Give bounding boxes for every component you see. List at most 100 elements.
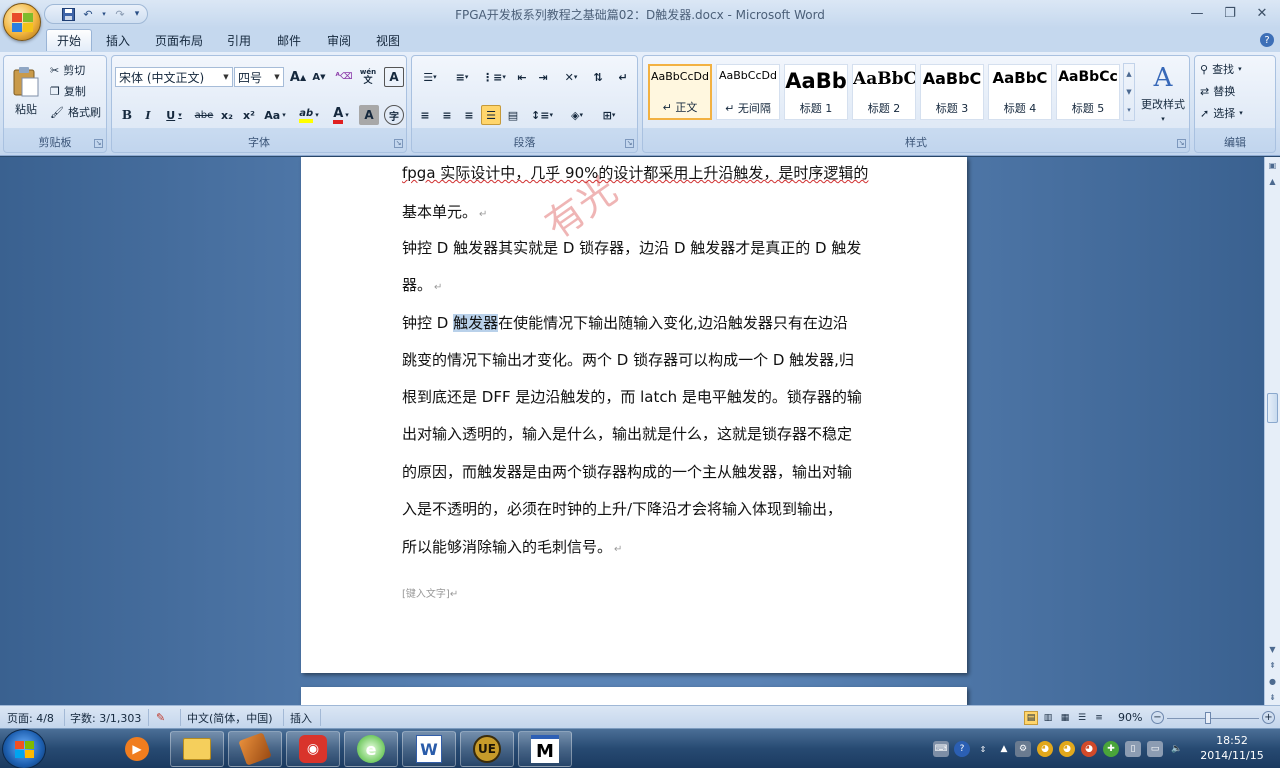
tab-view[interactable]: 视图 <box>366 29 410 51</box>
paste-button[interactable]: 粘贴 <box>8 60 44 124</box>
print-layout-view-icon[interactable]: ▤ <box>1024 710 1038 725</box>
undo-icon[interactable]: ↶ <box>81 7 95 21</box>
style-normal[interactable]: AaBbCcDd ↵ 正文 <box>648 64 712 120</box>
character-border-button[interactable]: A <box>384 67 404 87</box>
select-button[interactable]: ➚ 选择 ▾ <box>1200 104 1243 122</box>
align-right-button[interactable]: ≡ <box>459 105 479 125</box>
previous-page-icon[interactable]: ⇞ <box>1265 657 1280 673</box>
insert-mode-indicator[interactable]: 插入 <box>290 710 312 725</box>
ultraedit-taskbar-icon[interactable]: UE <box>460 731 514 767</box>
office-button[interactable] <box>3 3 41 41</box>
dialog-launcher-icon[interactable]: ↘ <box>625 139 634 148</box>
qq-tray-icon-2[interactable]: ◕ <box>1059 741 1075 757</box>
ie-browser-taskbar-icon[interactable]: e <box>344 731 398 767</box>
distribute-button[interactable]: ▤ <box>503 105 523 125</box>
shrink-font-button[interactable]: A ▼ <box>309 67 329 87</box>
align-center-button[interactable]: ≡ <box>437 105 457 125</box>
replace-button[interactable]: ⇄ 替换 <box>1200 82 1235 100</box>
undo-dropdown-icon[interactable]: ▾ <box>101 7 107 21</box>
qq-pet-taskbar-icon[interactable]: ◉ <box>286 731 340 767</box>
tab-mailings[interactable]: 邮件 <box>267 29 311 51</box>
tab-home[interactable]: 开始 <box>46 29 93 51</box>
start-button[interactable] <box>2 729 46 768</box>
text-line[interactable]: 跳变的情况下输出才变化。两个 D 锁存器可以构成一个 D 触发器,归 <box>402 349 872 371</box>
modelsim-taskbar-icon[interactable]: M <box>518 731 572 767</box>
qq-tray-icon-3[interactable]: ◕ <box>1081 741 1097 757</box>
ruler-toggle-icon[interactable]: ▣ <box>1265 157 1280 173</box>
format-painter-button[interactable]: 🖌 格式刷 <box>50 103 101 121</box>
increase-indent-button[interactable]: ⇥ <box>533 67 553 87</box>
scroll-down-icon[interactable]: ▼ <box>1265 641 1280 657</box>
superscript-button[interactable]: x² <box>239 105 259 125</box>
clear-format-button[interactable]: ᴬ⌫ <box>334 67 354 87</box>
align-left-button[interactable]: ≡ <box>415 105 435 125</box>
close-icon[interactable]: ✕ <box>1250 4 1274 22</box>
device-tray-icon[interactable]: ▯ <box>1125 741 1141 757</box>
style-heading-2[interactable]: AaBbC 标题 2 <box>852 64 916 120</box>
help-tray-icon[interactable]: ? <box>954 741 970 757</box>
underline-button[interactable]: U ▾ <box>160 105 188 125</box>
redo-icon[interactable]: ↷ <box>113 7 127 21</box>
styles-scroll[interactable]: ▲ ▼ ▾ <box>1123 63 1135 121</box>
scroll-thumb[interactable] <box>1267 393 1278 423</box>
style-heading-1[interactable]: AaBb 标题 1 <box>784 64 848 120</box>
text-line[interactable]: 入是不透明的，必须在时钟的上升/下降沿才会将输入体现到输出， <box>402 498 872 520</box>
word-taskbar-icon[interactable]: W <box>402 731 456 767</box>
character-shading-button[interactable]: A <box>359 105 379 125</box>
font-name-combo[interactable]: 宋体 (中文正文) ▼ <box>115 67 233 87</box>
chinese-layout-button[interactable]: ✕ ▾ <box>557 67 585 87</box>
tab-insert[interactable]: 插入 <box>96 29 140 51</box>
bold-button[interactable]: B <box>117 105 137 125</box>
cut-button[interactable]: ✂ 剪切 <box>50 61 85 79</box>
help-icon[interactable]: ? <box>1260 33 1274 47</box>
zoom-level[interactable]: 90% <box>1118 710 1142 725</box>
style-no-spacing[interactable]: AaBbCcDd ↵ 无间隔 <box>716 64 780 120</box>
save-icon[interactable] <box>61 7 75 21</box>
text-line[interactable]: fpga 实际设计中，几乎 90%的设计都采用上升沿触发，是时序逻辑的 <box>402 162 872 184</box>
change-styles-button[interactable]: A 更改样式 ▾ <box>1138 60 1188 126</box>
full-screen-reading-icon[interactable]: ▥ <box>1041 711 1055 725</box>
scroll-up-icon[interactable]: ▲ <box>1265 173 1280 189</box>
phonetic-guide-button[interactable]: wén 文 <box>358 67 378 87</box>
highlight-button[interactable]: ab ▾ <box>295 105 323 125</box>
borders-button[interactable]: ⊞ ▾ <box>594 105 624 125</box>
copy-button[interactable]: ❐ 复制 <box>50 82 86 100</box>
text-line[interactable]: 器。 ↵ <box>402 274 872 296</box>
keyboard-tray-icon[interactable]: ⌨ <box>933 741 949 757</box>
network-tray-icon[interactable]: ⚙ <box>1015 741 1031 757</box>
system-clock[interactable]: 18:52 2014/11/15 <box>1196 733 1268 763</box>
proofing-icon[interactable]: ✎ <box>156 710 165 725</box>
change-case-button[interactable]: Aa ▾ <box>261 105 289 125</box>
minimize-icon[interactable]: — <box>1185 4 1209 22</box>
page-indicator[interactable]: 页面: 4/8 <box>7 710 54 725</box>
security-tray-icon[interactable]: ✚ <box>1103 741 1119 757</box>
text-line[interactable]: 基本单元。 ↵ <box>402 201 872 223</box>
selected-text[interactable]: 触发器 <box>453 314 499 332</box>
text-line[interactable]: 钟控 D 触发器其实就是 D 锁存器，边沿 D 触发器才是真正的 D 触发 <box>402 237 872 259</box>
network-connection-icon[interactable]: ▭ <box>1147 741 1163 757</box>
decrease-indent-button[interactable]: ⇤ <box>512 67 532 87</box>
multilevel-list-button[interactable]: ⋮≡ ▾ <box>479 67 509 87</box>
font-color-button[interactable]: A ▾ <box>327 105 355 125</box>
next-page-icon[interactable]: ⇟ <box>1265 689 1280 705</box>
dialog-launcher-icon[interactable]: ↘ <box>394 139 403 148</box>
bullets-button[interactable]: ☰ ▾ <box>415 67 445 87</box>
text-line[interactable]: 钟控 D 触发器在使能情况下输出随输入变化,边沿触发器只有在边沿 <box>402 312 872 334</box>
restore-icon[interactable]: ❐ <box>1218 4 1242 22</box>
draft-view-icon[interactable]: ≡ <box>1092 711 1106 725</box>
zoom-out-icon[interactable]: − <box>1151 711 1164 724</box>
style-heading-5[interactable]: AaBbCc 标题 5 <box>1056 64 1120 120</box>
find-button[interactable]: ⚲ 查找 ▾ <box>1200 60 1242 78</box>
zoom-slider-thumb[interactable] <box>1205 712 1211 724</box>
dialog-launcher-icon[interactable]: ↘ <box>1177 139 1186 148</box>
style-heading-3[interactable]: AaBbC 标题 3 <box>920 64 984 120</box>
line-spacing-button[interactable]: ↕≡ ▾ <box>527 105 557 125</box>
text-line[interactable]: 出对输入透明的，输入是什么，输出就是什么，这就是锁存器不稳定 <box>402 423 872 445</box>
footer-placeholder[interactable]: [键入文字]↵ <box>402 585 458 600</box>
sort-button[interactable]: ⇅ <box>588 67 608 87</box>
numbering-button[interactable]: ≡ ▾ <box>447 67 477 87</box>
shading-button[interactable]: ◈ ▾ <box>562 105 592 125</box>
word-count[interactable]: 字数: 3/1,303 <box>70 710 141 725</box>
document-page[interactable]: 有光 fpga 实际设计中，几乎 90%的设计都采用上升沿触发，是时序逻辑的 基… <box>301 157 967 673</box>
explorer-taskbar-icon[interactable] <box>170 731 224 767</box>
